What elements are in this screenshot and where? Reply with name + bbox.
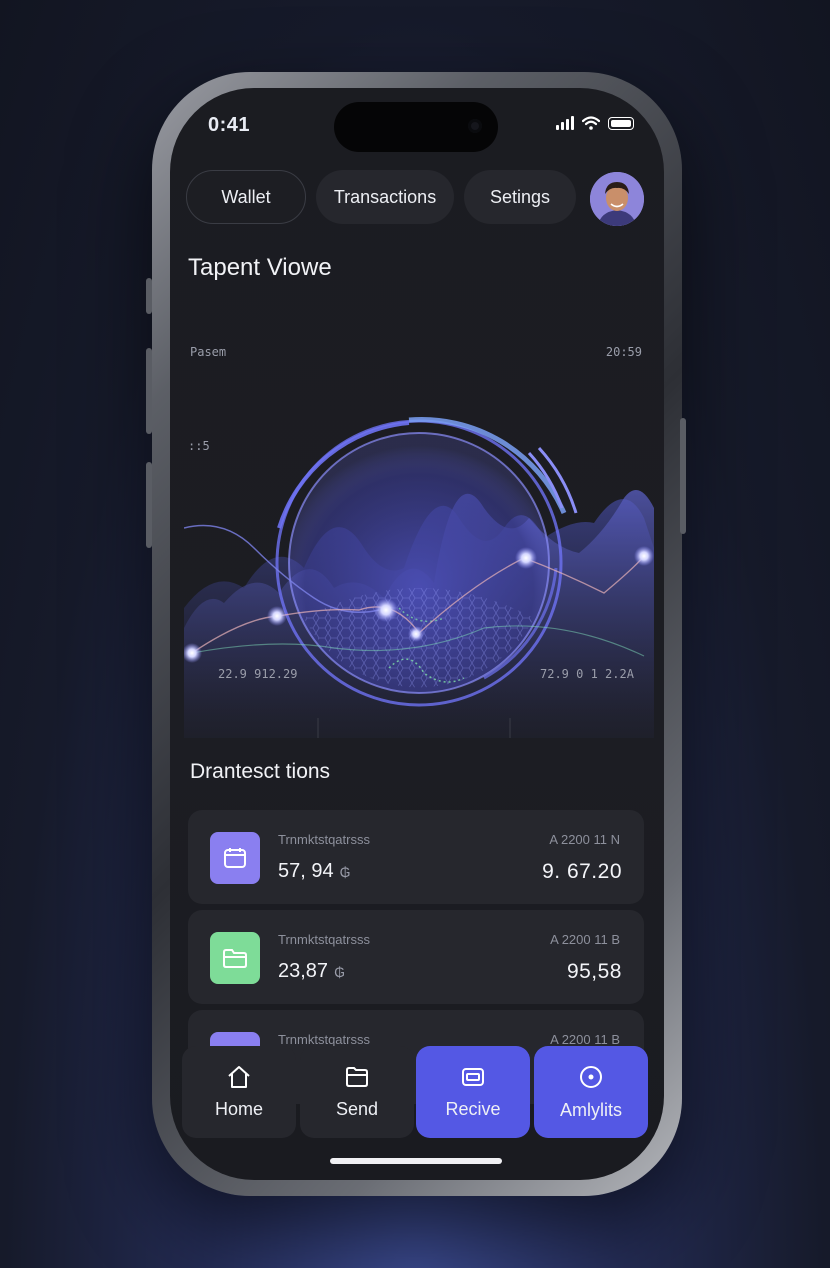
camera-icon bbox=[468, 119, 482, 133]
wallet-icon bbox=[462, 1067, 484, 1086]
transaction-amount: 23,87 ₲ bbox=[278, 960, 345, 983]
data-point bbox=[267, 606, 287, 626]
transaction-value: 95,58 bbox=[566, 960, 622, 983]
volume-down-button bbox=[146, 462, 152, 548]
tab-wallet-label: Wallet bbox=[221, 186, 271, 207]
nav-receive[interactable]: Recive bbox=[416, 1046, 530, 1138]
status-time: 0:41 bbox=[208, 114, 251, 136]
wifi-icon bbox=[582, 116, 600, 130]
transactions-title: Drantesct tions bbox=[190, 760, 331, 783]
tab-wallet[interactable]: Wallet bbox=[186, 170, 306, 224]
data-point bbox=[408, 626, 424, 642]
transaction-label: Trnmktstqatrsss bbox=[278, 832, 370, 847]
calendar-icon bbox=[210, 832, 260, 884]
home-icon bbox=[228, 1065, 250, 1088]
battery-icon bbox=[608, 116, 634, 130]
data-point bbox=[374, 598, 398, 622]
tab-transactions-label: Transactions bbox=[333, 186, 437, 207]
chart-label-bottom-right: 72.9 0 1 2.2A bbox=[540, 667, 635, 681]
nav-home[interactable]: Home bbox=[182, 1046, 296, 1138]
transaction-amount: 57, 94 ₲ bbox=[278, 860, 351, 883]
transaction-amount-value: 57, 94 bbox=[278, 860, 334, 882]
status-icons bbox=[556, 116, 634, 130]
nav-receive-label: Recive bbox=[445, 1098, 501, 1119]
chart-icon bbox=[580, 1065, 602, 1088]
folder-icon bbox=[210, 932, 260, 984]
transaction-label: Trnmktstqatrsss bbox=[278, 1032, 370, 1047]
nav-analytics-label: Amlylits bbox=[560, 1099, 622, 1120]
hero-title: Tapent Viowe bbox=[188, 254, 332, 281]
tab-settings-label: Setings bbox=[489, 186, 551, 207]
tab-settings[interactable]: Setings bbox=[464, 170, 576, 224]
folder-icon bbox=[346, 1066, 368, 1087]
home-indicator[interactable] bbox=[330, 1158, 502, 1164]
transaction-date: A 2200 11 B bbox=[550, 1032, 620, 1047]
signal-icon bbox=[556, 116, 574, 130]
portfolio-chart-svg: Pasem 20:59 ::5 22.9 912.29 72.9 0 1 2.2… bbox=[182, 345, 654, 738]
chart-label-bottom-left: 22.9 912.29 bbox=[218, 667, 297, 681]
nav-send[interactable]: Send bbox=[300, 1046, 414, 1138]
user-avatar[interactable] bbox=[590, 172, 644, 226]
bottom-nav: Home Send Recive Amlylits bbox=[182, 1046, 652, 1140]
top-nav: Wallet Transactions Setings bbox=[186, 170, 576, 224]
chart-label-mid-left: ::5 bbox=[188, 439, 210, 453]
dynamic-island bbox=[334, 102, 498, 152]
nav-send-label: Send bbox=[335, 1098, 379, 1119]
chart-label-top-right: 20:59 bbox=[606, 345, 642, 359]
volume-up-button bbox=[146, 348, 152, 434]
transaction-value: 9. 67.20 bbox=[542, 860, 622, 883]
avatar-portrait-icon bbox=[590, 172, 644, 226]
currency-symbol: ₲ bbox=[339, 864, 351, 880]
action-button bbox=[146, 278, 152, 314]
portfolio-chart: Pasem 20:59 ::5 22.9 912.29 72.9 0 1 2.2… bbox=[182, 318, 654, 738]
transaction-card[interactable]: Trnmktstqatrsss 23,87 ₲ A 2200 11 B 95,58 bbox=[188, 910, 644, 1004]
transaction-card[interactable]: Trnmktstqatrsss 57, 94 ₲ A 2200 11 N 9. 6… bbox=[188, 810, 644, 904]
transaction-date: A 2200 11 N bbox=[549, 832, 620, 847]
data-point bbox=[634, 546, 654, 566]
transaction-amount-value: 23,87 bbox=[278, 960, 329, 982]
nav-analytics[interactable]: Amlylits bbox=[534, 1046, 648, 1138]
data-point bbox=[515, 547, 537, 569]
phone-screen: 0:41 Wallet Transactions Setings Tapent … bbox=[170, 88, 664, 1180]
currency-symbol: ₲ bbox=[334, 964, 345, 980]
transaction-date: A 2200 11 B bbox=[550, 932, 620, 947]
chart-label-top-left: Pasem bbox=[190, 345, 226, 359]
nav-home-label: Home bbox=[214, 1098, 263, 1119]
transaction-label: Trnmktstqatrsss bbox=[278, 932, 370, 947]
tab-transactions[interactable]: Transactions bbox=[316, 170, 454, 224]
power-button bbox=[680, 418, 686, 534]
